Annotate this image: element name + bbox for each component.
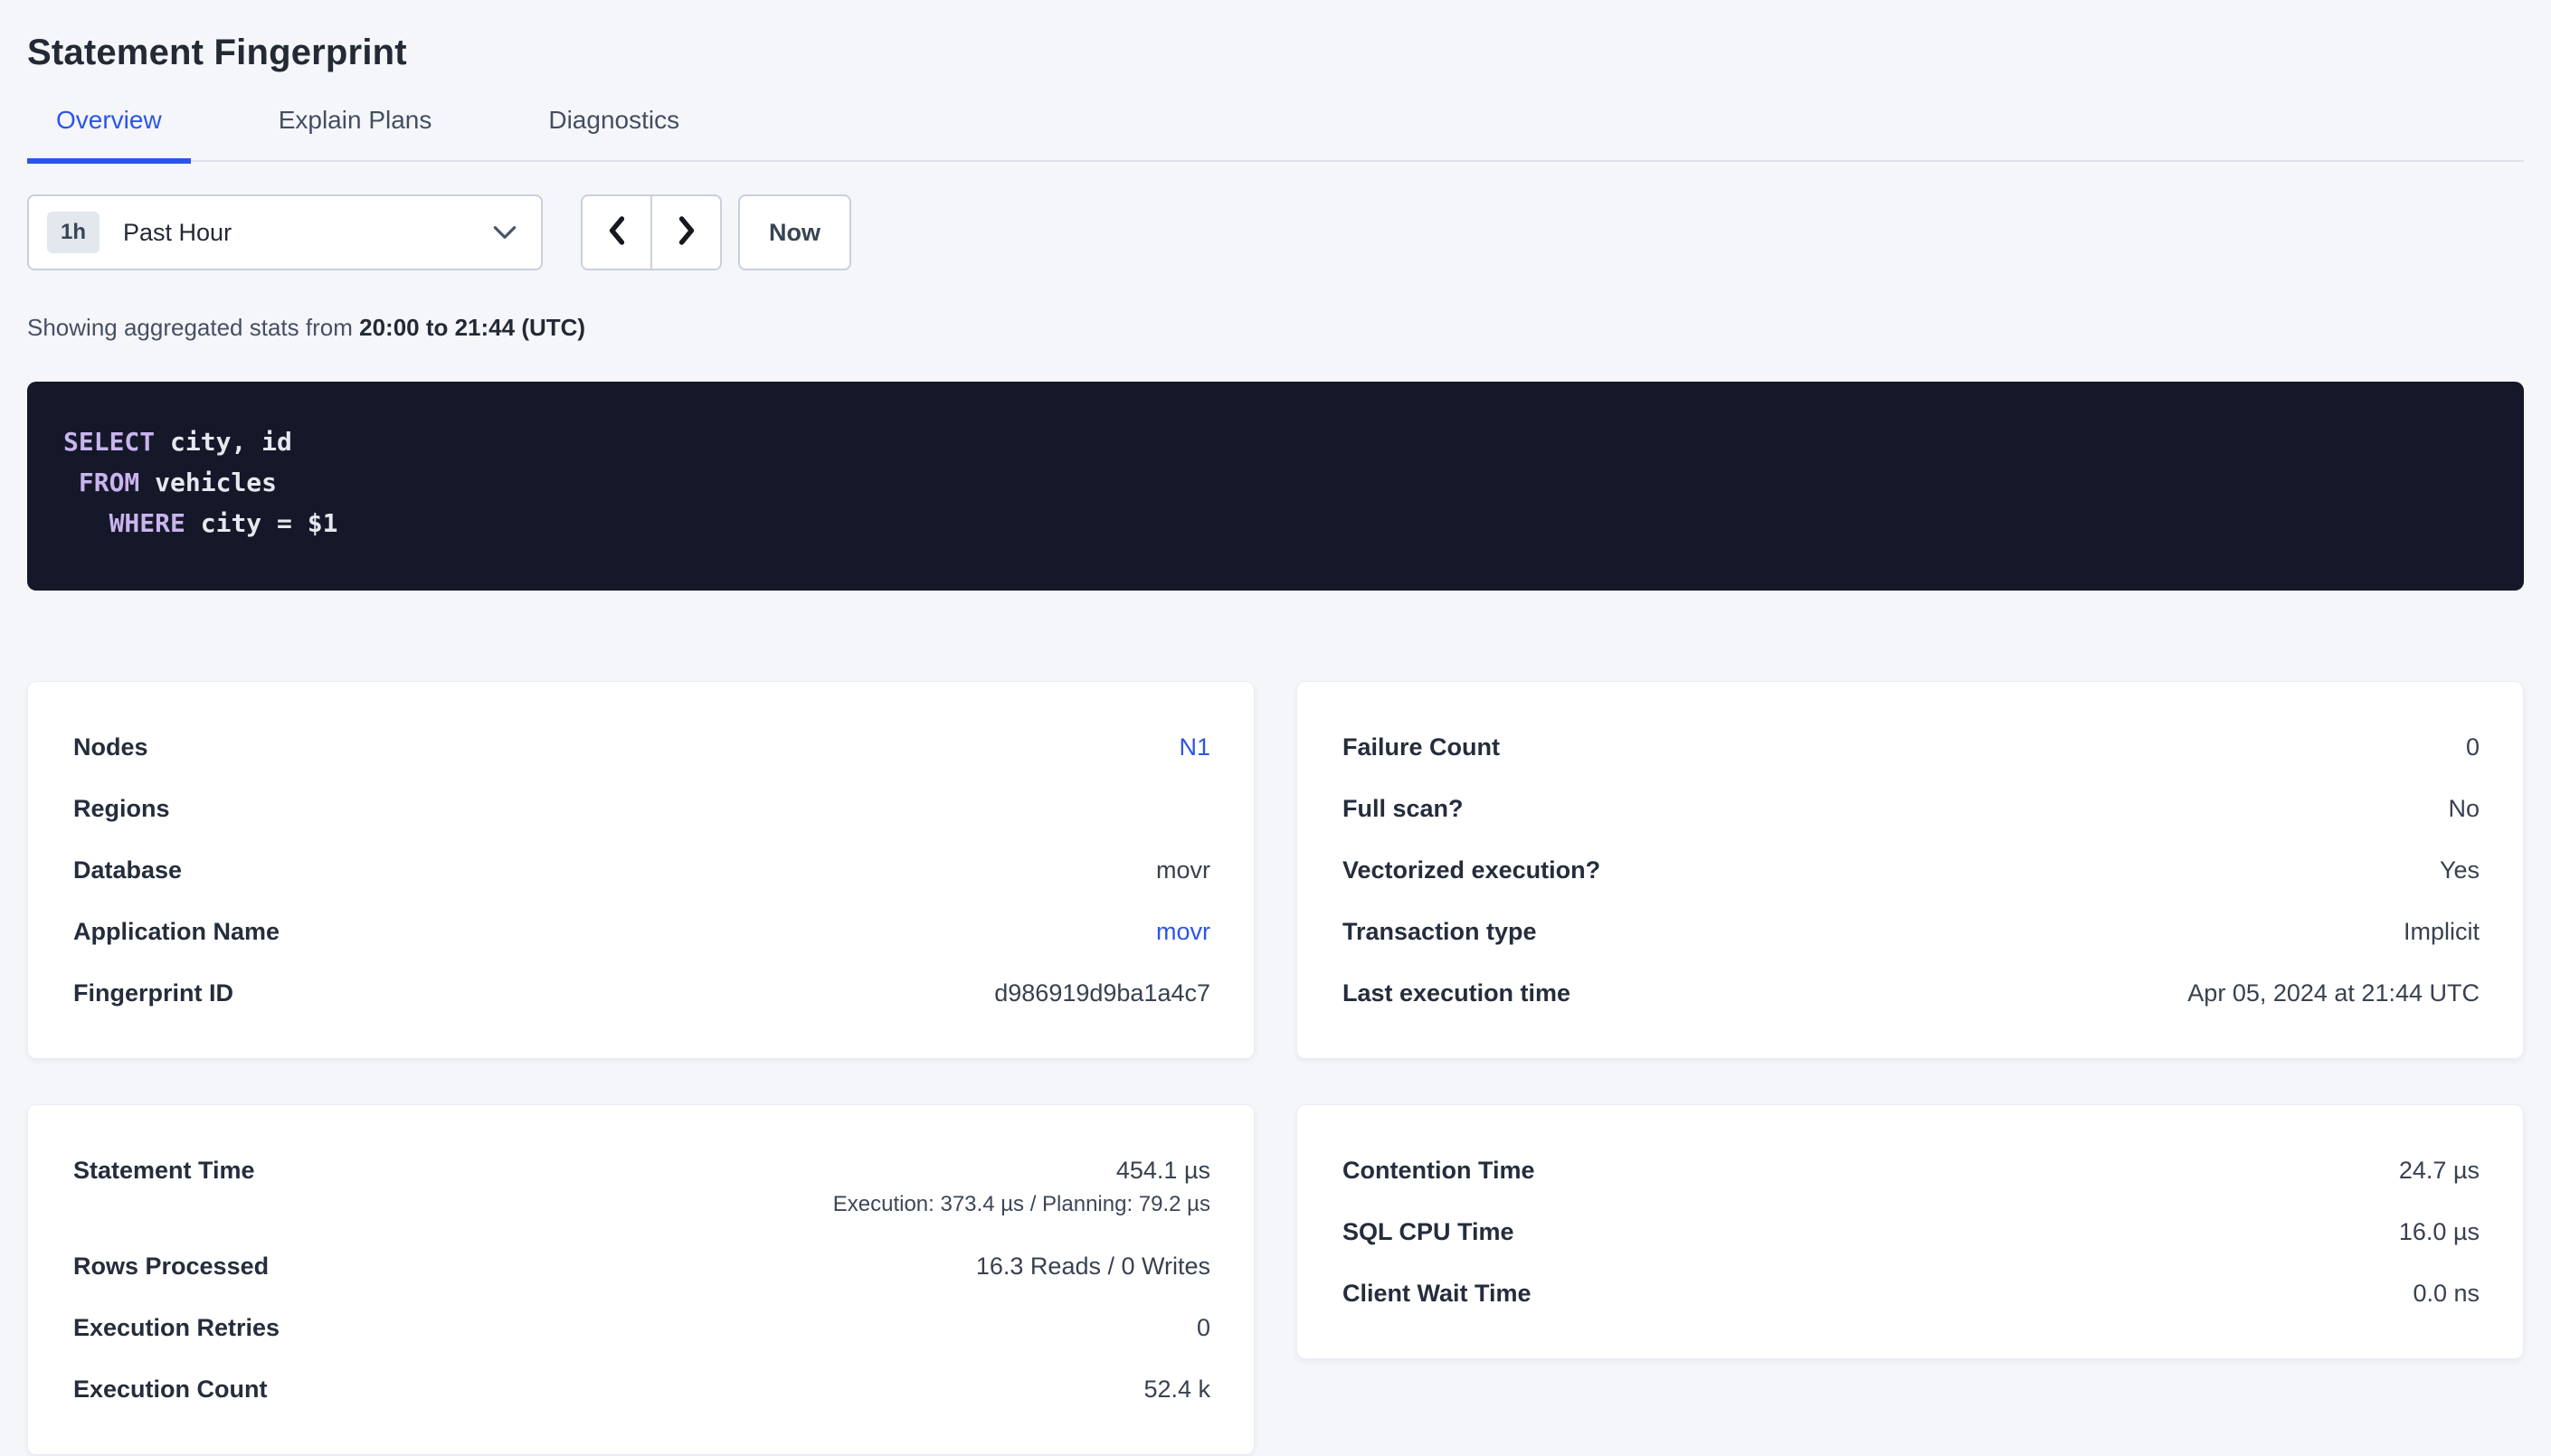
stat-row: Full scan? No: [1342, 778, 2480, 839]
summary-cards-grid: NodesN1RegionsDatabasemovrApplication Na…: [27, 681, 2524, 1455]
details-card-right: Failure Count 0 Full scan? No Vectorized exe…: [1296, 681, 2524, 1059]
row-label: Database: [73, 853, 182, 887]
row-value: 0.0 ns: [2413, 1276, 2480, 1310]
tab-diagnostics[interactable]: Diagnostics: [519, 106, 708, 164]
time-range-badge: 1h: [47, 212, 100, 253]
row-value: 454.1 µs: [833, 1153, 1210, 1187]
now-button[interactable]: Now: [738, 194, 851, 270]
tab-bar: Overview Explain Plans Diagnostics: [27, 106, 2524, 162]
row-value: 24.7 µs: [2399, 1153, 2480, 1187]
stat-row: Transaction type Implicit: [1342, 901, 2480, 962]
stat-row: Nodes N1: [73, 716, 1210, 778]
aggregated-stats-text: Showing aggregated stats from 20:00 to 2…: [27, 314, 2524, 342]
stat-row: Application Name movr: [73, 901, 1210, 962]
row-label: Fingerprint ID: [73, 976, 233, 1010]
stat-row: Last execution time Apr 05, 2024 at 21:44…: [1342, 962, 2480, 1024]
sql-line: SELECT city, id: [63, 421, 2488, 462]
time-range-select[interactable]: 1h Past Hour: [27, 194, 543, 270]
row-value: 0: [2466, 730, 2480, 764]
next-interval-button[interactable]: [651, 194, 722, 270]
wait-time-stats-card: Contention Time 24.7 µs SQL CPU Time 16.0 µ…: [1296, 1104, 2524, 1359]
sql-line: WHERE city = $1: [63, 503, 2488, 544]
row-label: Transaction type: [1342, 914, 1537, 949]
stat-row: Failure Count 0: [1342, 716, 2480, 778]
row-label: Vectorized execution?: [1342, 853, 1600, 887]
sql-line: FROM vehicles: [63, 462, 2488, 503]
chevron-right-icon: [675, 214, 698, 251]
tab-explain-plans[interactable]: Explain Plans: [250, 106, 461, 164]
time-picker-row: 1h Past Hour: [27, 194, 2524, 270]
row-label: Rows Processed: [73, 1249, 269, 1283]
row-label: Execution Count: [73, 1372, 268, 1406]
stat-row: Execution Count 52.4 k: [73, 1358, 1210, 1420]
row-value: Yes: [2440, 853, 2480, 887]
row-label: Contention Time: [1342, 1153, 1535, 1187]
statement-fingerprint-page: Statement Fingerprint Overview Explain Pl…: [0, 0, 2551, 1455]
row-label: SQL CPU Time: [1342, 1215, 1514, 1249]
row-value: 16.3 Reads / 0 Writes: [976, 1249, 1210, 1283]
prev-interval-button[interactable]: [581, 194, 651, 270]
tab-overview[interactable]: Overview: [27, 106, 191, 164]
stat-row: SQL CPU Time 16.0 µs: [1342, 1201, 2480, 1262]
row-value: movr: [1156, 853, 1210, 887]
row-value: 52.4 k: [1143, 1372, 1210, 1406]
stat-row: Vectorized execution? Yes: [1342, 839, 2480, 901]
row-subvalue: Execution: 373.4 µs / Planning: 79.2 µs: [833, 1187, 1210, 1222]
row-label: Application Name: [73, 914, 280, 949]
row-value-link[interactable]: N1: [1179, 733, 1210, 761]
page-title: Statement Fingerprint: [27, 33, 2524, 73]
chevron-down-icon: [492, 225, 517, 240]
row-label: Client Wait Time: [1342, 1276, 1532, 1310]
stat-row: Statement Time 454.1 µsExecution: 373.4 µ…: [73, 1139, 1210, 1235]
details-card-left: NodesN1RegionsDatabasemovrApplication Na…: [27, 681, 1255, 1059]
stats-text-prefix: Showing aggregated stats from: [27, 314, 359, 341]
row-label: Full scan?: [1342, 791, 1464, 826]
stat-row: Execution Retries 0: [73, 1297, 1210, 1358]
row-value: Implicit: [2404, 914, 2480, 949]
stat-row: Fingerprint ID d986919d9ba1a4c7: [73, 962, 1210, 1024]
stat-row: Regions: [73, 778, 1210, 839]
sql-statement-box: SELECT city, id FROM vehicles WHERE city…: [27, 382, 2524, 591]
row-value: No: [2448, 791, 2480, 826]
stat-row: Client Wait Time 0.0 ns: [1342, 1262, 2480, 1324]
row-label: Nodes: [73, 730, 148, 764]
stats-text-range: 20:00 to 21:44 (UTC): [359, 314, 585, 341]
row-label: Execution Retries: [73, 1310, 280, 1345]
row-value-link[interactable]: movr: [1156, 918, 1210, 945]
row-label: Statement Time: [73, 1153, 255, 1222]
stat-row: Contention Time 24.7 µs: [1342, 1139, 2480, 1201]
row-value: Apr 05, 2024 at 21:44 UTC: [2187, 976, 2480, 1010]
chevron-left-icon: [605, 214, 629, 251]
row-label: Last execution time: [1342, 976, 1570, 1010]
time-range-label: Past Hour: [123, 219, 232, 247]
time-nav-group: [581, 194, 722, 270]
row-label: Failure Count: [1342, 730, 1500, 764]
row-value: 0: [1197, 1310, 1210, 1345]
row-label: Regions: [73, 791, 170, 826]
stat-row: Database movr: [73, 839, 1210, 901]
stat-row: Rows Processed 16.3 Reads / 0 Writes: [73, 1235, 1210, 1297]
statement-stats-card: Statement Time 454.1 µsExecution: 373.4 µ…: [27, 1104, 1255, 1455]
row-value: 16.0 µs: [2399, 1215, 2480, 1249]
row-value: d986919d9ba1a4c7: [994, 976, 1210, 1010]
